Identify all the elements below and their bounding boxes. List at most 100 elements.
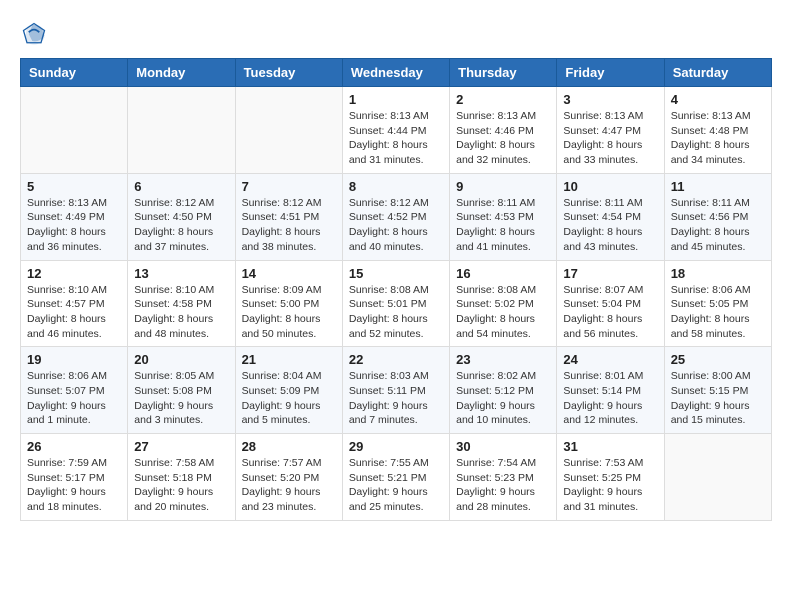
day-info: Sunrise: 8:13 AM Sunset: 4:44 PM Dayligh… (349, 109, 443, 168)
calendar-cell: 11 Sunrise: 8:11 AM Sunset: 4:56 PM Dayli… (664, 173, 771, 260)
calendar-cell: 25 Sunrise: 8:00 AM Sunset: 5:15 PM Dayli… (664, 347, 771, 434)
calendar-cell: 29 Sunrise: 7:55 AM Sunset: 5:21 PM Dayli… (342, 434, 449, 521)
day-info: Sunrise: 8:05 AM Sunset: 5:08 PM Dayligh… (134, 369, 228, 428)
day-number: 31 (563, 439, 657, 454)
calendar-cell (664, 434, 771, 521)
calendar-cell (128, 87, 235, 174)
day-info: Sunrise: 8:07 AM Sunset: 5:04 PM Dayligh… (563, 283, 657, 342)
day-info: Sunrise: 8:11 AM Sunset: 4:53 PM Dayligh… (456, 196, 550, 255)
day-number: 6 (134, 179, 228, 194)
day-number: 22 (349, 352, 443, 367)
calendar-cell: 5 Sunrise: 8:13 AM Sunset: 4:49 PM Daylig… (21, 173, 128, 260)
day-info: Sunrise: 8:13 AM Sunset: 4:46 PM Dayligh… (456, 109, 550, 168)
day-number: 17 (563, 266, 657, 281)
day-info: Sunrise: 8:12 AM Sunset: 4:52 PM Dayligh… (349, 196, 443, 255)
day-info: Sunrise: 8:03 AM Sunset: 5:11 PM Dayligh… (349, 369, 443, 428)
week-row-2: 5 Sunrise: 8:13 AM Sunset: 4:49 PM Daylig… (21, 173, 772, 260)
calendar-cell: 10 Sunrise: 8:11 AM Sunset: 4:54 PM Dayli… (557, 173, 664, 260)
calendar-cell: 3 Sunrise: 8:13 AM Sunset: 4:47 PM Daylig… (557, 87, 664, 174)
day-number: 30 (456, 439, 550, 454)
calendar-cell (21, 87, 128, 174)
day-info: Sunrise: 7:59 AM Sunset: 5:17 PM Dayligh… (27, 456, 121, 515)
day-info: Sunrise: 7:53 AM Sunset: 5:25 PM Dayligh… (563, 456, 657, 515)
day-number: 19 (27, 352, 121, 367)
day-number: 3 (563, 92, 657, 107)
day-info: Sunrise: 8:08 AM Sunset: 5:02 PM Dayligh… (456, 283, 550, 342)
day-number: 21 (242, 352, 336, 367)
calendar-cell: 7Sunrise: 8:12 AM Sunset: 4:51 PM Daylig… (235, 173, 342, 260)
day-number: 18 (671, 266, 765, 281)
day-number: 27 (134, 439, 228, 454)
day-header-tuesday: Tuesday (235, 59, 342, 87)
day-info: Sunrise: 7:54 AM Sunset: 5:23 PM Dayligh… (456, 456, 550, 515)
day-info: Sunrise: 8:13 AM Sunset: 4:48 PM Dayligh… (671, 109, 765, 168)
day-number: 1 (349, 92, 443, 107)
calendar-cell: 24 Sunrise: 8:01 AM Sunset: 5:14 PM Dayli… (557, 347, 664, 434)
day-number: 12 (27, 266, 121, 281)
week-row-1: 1 Sunrise: 8:13 AM Sunset: 4:44 PM Daylig… (21, 87, 772, 174)
day-info: Sunrise: 7:57 AM Sunset: 5:20 PM Dayligh… (242, 456, 336, 515)
day-info: Sunrise: 8:06 AM Sunset: 5:05 PM Dayligh… (671, 283, 765, 342)
day-info: Sunrise: 8:00 AM Sunset: 5:15 PM Dayligh… (671, 369, 765, 428)
calendar-header-row: SundayMondayTuesdayWednesdayThursdayFrid… (21, 59, 772, 87)
day-info: Sunrise: 8:12 AM Sunset: 4:50 PM Dayligh… (134, 196, 228, 255)
day-info: Sunrise: 8:11 AM Sunset: 4:54 PM Dayligh… (563, 196, 657, 255)
day-info: Sunrise: 8:01 AM Sunset: 5:14 PM Dayligh… (563, 369, 657, 428)
day-number: 28 (242, 439, 336, 454)
calendar-cell: 28 Sunrise: 7:57 AM Sunset: 5:20 PM Dayli… (235, 434, 342, 521)
calendar-cell: 12 Sunrise: 8:10 AM Sunset: 4:57 PM Dayli… (21, 260, 128, 347)
calendar-cell: 26Sunrise: 7:59 AM Sunset: 5:17 PM Dayli… (21, 434, 128, 521)
day-info: Sunrise: 8:06 AM Sunset: 5:07 PM Dayligh… (27, 369, 121, 428)
day-info: Sunrise: 8:02 AM Sunset: 5:12 PM Dayligh… (456, 369, 550, 428)
week-row-3: 12 Sunrise: 8:10 AM Sunset: 4:57 PM Dayli… (21, 260, 772, 347)
day-info: Sunrise: 8:08 AM Sunset: 5:01 PM Dayligh… (349, 283, 443, 342)
day-header-wednesday: Wednesday (342, 59, 449, 87)
day-number: 13 (134, 266, 228, 281)
calendar-cell: 8 Sunrise: 8:12 AM Sunset: 4:52 PM Daylig… (342, 173, 449, 260)
calendar-cell: 22 Sunrise: 8:03 AM Sunset: 5:11 PM Dayli… (342, 347, 449, 434)
day-info: Sunrise: 8:13 AM Sunset: 4:49 PM Dayligh… (27, 196, 121, 255)
day-info: Sunrise: 8:09 AM Sunset: 5:00 PM Dayligh… (242, 283, 336, 342)
calendar-cell: 4Sunrise: 8:13 AM Sunset: 4:48 PM Daylig… (664, 87, 771, 174)
day-number: 9 (456, 179, 550, 194)
calendar-cell: 27Sunrise: 7:58 AM Sunset: 5:18 PM Dayli… (128, 434, 235, 521)
day-info: Sunrise: 8:11 AM Sunset: 4:56 PM Dayligh… (671, 196, 765, 255)
calendar-cell: 16Sunrise: 8:08 AM Sunset: 5:02 PM Dayli… (450, 260, 557, 347)
day-info: Sunrise: 8:04 AM Sunset: 5:09 PM Dayligh… (242, 369, 336, 428)
week-row-5: 26Sunrise: 7:59 AM Sunset: 5:17 PM Dayli… (21, 434, 772, 521)
day-number: 25 (671, 352, 765, 367)
day-info: Sunrise: 8:13 AM Sunset: 4:47 PM Dayligh… (563, 109, 657, 168)
day-number: 2 (456, 92, 550, 107)
day-info: Sunrise: 8:12 AM Sunset: 4:51 PM Dayligh… (242, 196, 336, 255)
day-info: Sunrise: 7:55 AM Sunset: 5:21 PM Dayligh… (349, 456, 443, 515)
day-number: 24 (563, 352, 657, 367)
day-number: 29 (349, 439, 443, 454)
calendar-cell: 23 Sunrise: 8:02 AM Sunset: 5:12 PM Dayli… (450, 347, 557, 434)
day-number: 20 (134, 352, 228, 367)
calendar-cell: 18 Sunrise: 8:06 AM Sunset: 5:05 PM Dayli… (664, 260, 771, 347)
calendar-cell: 21 Sunrise: 8:04 AM Sunset: 5:09 PM Dayli… (235, 347, 342, 434)
calendar-cell: 31 Sunrise: 7:53 AM Sunset: 5:25 PM Dayli… (557, 434, 664, 521)
calendar-cell: 2 Sunrise: 8:13 AM Sunset: 4:46 PM Daylig… (450, 87, 557, 174)
calendar-table: SundayMondayTuesdayWednesdayThursdayFrid… (20, 58, 772, 521)
day-header-thursday: Thursday (450, 59, 557, 87)
day-number: 15 (349, 266, 443, 281)
calendar-cell: 6 Sunrise: 8:12 AM Sunset: 4:50 PM Daylig… (128, 173, 235, 260)
day-info: Sunrise: 8:10 AM Sunset: 4:57 PM Dayligh… (27, 283, 121, 342)
calendar-cell: 30 Sunrise: 7:54 AM Sunset: 5:23 PM Dayli… (450, 434, 557, 521)
day-number: 8 (349, 179, 443, 194)
day-number: 14 (242, 266, 336, 281)
calendar-cell: 13 Sunrise: 8:10 AM Sunset: 4:58 PM Dayli… (128, 260, 235, 347)
day-info: Sunrise: 8:10 AM Sunset: 4:58 PM Dayligh… (134, 283, 228, 342)
day-number: 5 (27, 179, 121, 194)
logo-icon (20, 20, 48, 48)
calendar-cell (235, 87, 342, 174)
day-header-friday: Friday (557, 59, 664, 87)
day-header-monday: Monday (128, 59, 235, 87)
calendar-cell: 19 Sunrise: 8:06 AM Sunset: 5:07 PM Dayli… (21, 347, 128, 434)
calendar-cell: 1 Sunrise: 8:13 AM Sunset: 4:44 PM Daylig… (342, 87, 449, 174)
day-header-saturday: Saturday (664, 59, 771, 87)
day-number: 23 (456, 352, 550, 367)
day-number: 11 (671, 179, 765, 194)
day-number: 10 (563, 179, 657, 194)
